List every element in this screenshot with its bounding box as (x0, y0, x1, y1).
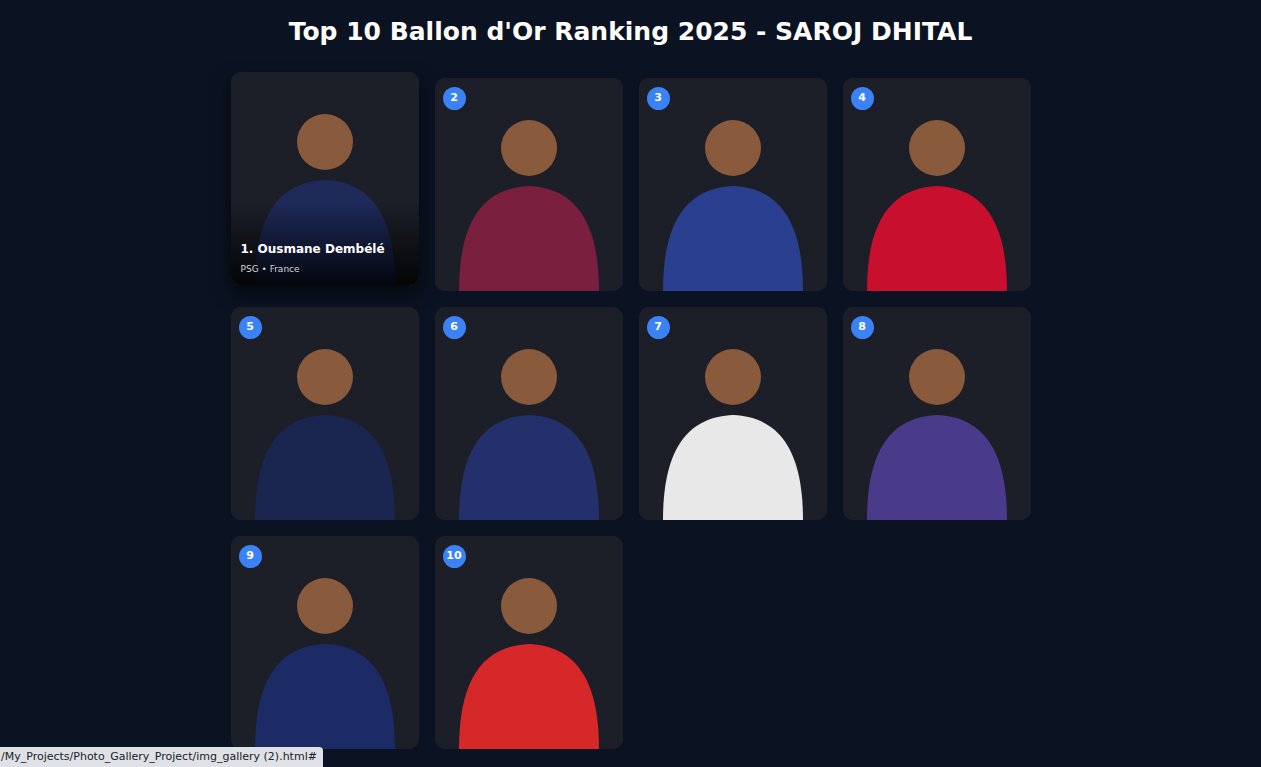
card-caption: 1. Ousmane Dembélé PSG • France (231, 201, 419, 285)
rank-badge: 7 (647, 316, 670, 339)
player-photo (843, 307, 1031, 520)
gallery-card[interactable]: 5 (231, 307, 419, 520)
gallery-card[interactable]: 6 (435, 307, 623, 520)
gallery-card[interactable]: 8 (843, 307, 1031, 520)
page-title: Top 10 Ballon d'Or Ranking 2025 - SAROJ … (0, 14, 1261, 50)
rank-badge: 2 (443, 87, 466, 110)
player-club: PSG • France (241, 263, 409, 275)
gallery-card[interactable]: 1. Ousmane Dembélé PSG • France (231, 72, 419, 285)
rank-badge: 9 (239, 545, 262, 568)
player-photo (435, 78, 623, 291)
rank-badge: 3 (647, 87, 670, 110)
player-photo (435, 536, 623, 749)
player-name: 1. Ousmane Dembélé (241, 241, 409, 257)
rank-badge: 6 (443, 316, 466, 339)
rank-badge: 4 (851, 87, 874, 110)
gallery-card[interactable]: 4 (843, 78, 1031, 291)
status-bar: /My_Projects/Photo_Gallery_Project/img_g… (0, 747, 323, 767)
player-photo (231, 536, 419, 749)
rank-badge: 8 (851, 316, 874, 339)
gallery-grid: 1. Ousmane Dembélé PSG • France 2 3 4 5 6 7 8 9 10 (0, 78, 1261, 749)
rank-badge: 5 (239, 316, 262, 339)
gallery-card[interactable]: 3 (639, 78, 827, 291)
player-photo (435, 307, 623, 520)
gallery-card[interactable]: 9 (231, 536, 419, 749)
player-photo (843, 78, 1031, 291)
gallery-card[interactable]: 7 (639, 307, 827, 520)
rank-badge: 10 (443, 545, 466, 568)
gallery-card[interactable]: 10 (435, 536, 623, 749)
page: Top 10 Ballon d'Or Ranking 2025 - SAROJ … (0, 14, 1261, 749)
gallery-card[interactable]: 2 (435, 78, 623, 291)
player-photo (231, 307, 419, 520)
player-photo (639, 307, 827, 520)
player-photo (639, 78, 827, 291)
